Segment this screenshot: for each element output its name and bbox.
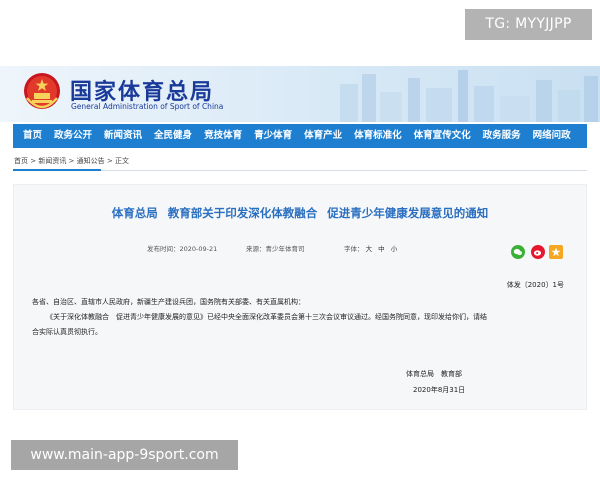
nav-item-sports-industry[interactable]: 体育产业	[298, 124, 348, 148]
font-size-label: 字体：	[344, 245, 364, 253]
font-size-small[interactable]: 小	[391, 245, 398, 253]
article-body: 各省、自治区、直辖市人民政府，新疆生产建设兵团，国务院有关部委、有关直属机构： …	[32, 295, 572, 340]
nav-item-government-affairs[interactable]: 政务公开	[48, 124, 98, 148]
nav-item-online-inquiry[interactable]: 网络问政	[527, 124, 577, 148]
font-size-medium[interactable]: 中	[378, 245, 385, 253]
star-icon[interactable]	[549, 245, 563, 259]
article-source: 来源：青少年体育司	[246, 245, 305, 253]
signature-date: 2020年8月31日	[413, 386, 466, 394]
nav-item-news[interactable]: 新闻资讯	[98, 124, 148, 148]
font-size-large[interactable]: 大	[366, 245, 373, 253]
font-size-controls: 字体： 大 中 小	[344, 243, 401, 253]
breadcrumb[interactable]: 首页 > 新闻资讯 > 通知公告 > 正文	[14, 156, 129, 166]
body-paragraph-line2: 合实际认真贯彻执行。	[32, 328, 102, 336]
document-number: 体发〔2020〕1号	[506, 281, 564, 289]
main-nav: 首页 政务公开 新闻资讯 全民健身 竞技体育 青少体育 体育产业 体育标准化 体…	[13, 124, 587, 148]
article-title: 体育总局 教育部关于印发深化体教融合 促进青少年健康发展意见的通知	[14, 205, 586, 221]
tg-watermark-badge: TG: MYYJJPP	[465, 9, 592, 40]
recipients-line: 各省、自治区、直辖市人民政府，新疆生产建设兵团，国务院有关部委、有关直属机构：	[32, 298, 305, 306]
signature: 体育总局 教育部	[406, 370, 462, 378]
nav-item-home[interactable]: 首页	[13, 124, 48, 148]
article-title-part1: 体育总局	[111, 206, 158, 220]
nav-item-government-services[interactable]: 政务服务	[477, 124, 527, 148]
body-paragraph-line1: 《关于深化体教融合 促进青少年健康发展的意见》已经中央全面深化改革委员会第十三次…	[46, 313, 487, 321]
wechat-icon[interactable]	[511, 245, 525, 259]
nav-item-competitive-sports[interactable]: 竞技体育	[198, 124, 248, 148]
nav-item-public-fitness[interactable]: 全民健身	[148, 124, 198, 148]
site-header: 国家体育总局 General Administration of Sport o…	[0, 66, 600, 122]
site-subtitle: General Administration of Sport of China	[71, 102, 224, 111]
weibo-icon[interactable]	[531, 245, 545, 259]
publish-date: 发布时间：2020-09-21	[147, 245, 218, 253]
nav-item-sports-culture[interactable]: 体育宣传文化	[408, 124, 477, 148]
url-watermark-badge: www.main-app-9sport.com	[11, 440, 238, 470]
national-emblem-icon	[24, 73, 60, 109]
article-title-part2: 教育部关于印发深化体教融合	[167, 206, 318, 220]
breadcrumb-accent	[13, 169, 101, 171]
header-decoration	[340, 70, 598, 122]
nav-item-youth-sports[interactable]: 青少体育	[248, 124, 298, 148]
article-panel: 体育总局 教育部关于印发深化体教融合 促进青少年健康发展意见的通知 发布时间：202…	[13, 184, 587, 410]
nav-item-sports-standardization[interactable]: 体育标准化	[348, 124, 408, 148]
article-title-part3: 促进青少年健康发展意见的通知	[327, 206, 489, 220]
